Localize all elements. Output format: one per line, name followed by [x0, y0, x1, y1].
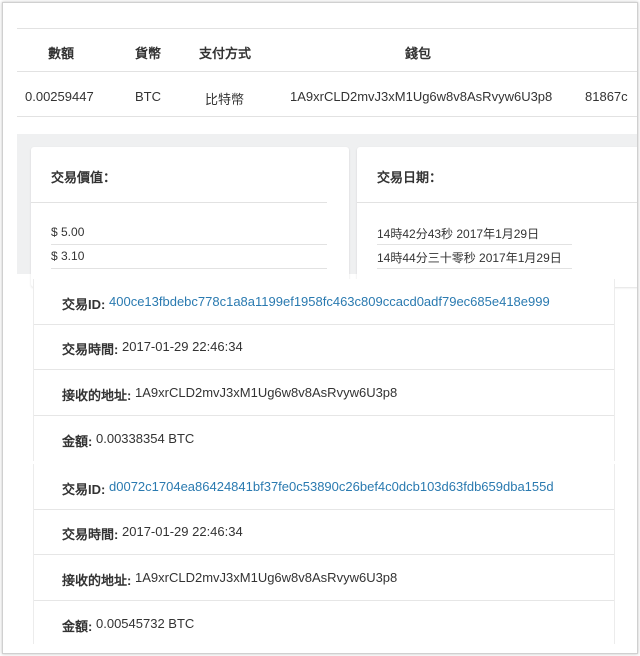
card-divider: [357, 202, 637, 203]
receiving-address-row: 接收的地址: 1A9xrCLD2mvJ3xM1Ug6w8v8AsRvyw6U3p…: [34, 370, 614, 416]
row-wallet-address: 1A9xrCLD2mvJ3xM1Ug6w8v8AsRvyw6U3p8: [290, 89, 553, 104]
receiving-address-label: 接收的地址:: [62, 573, 132, 588]
value-underline-2: [51, 268, 327, 269]
transaction-time-row: 交易時間: 2017-01-29 22:46:34: [34, 324, 614, 370]
receiving-address-value: 1A9xrCLD2mvJ3xM1Ug6w8v8AsRvyw6U3p8: [135, 385, 398, 400]
screenshot-frame: 數額 貨幣 支付方式 錢包 0.00259447 BTC 比特幣 1A9xrCL…: [2, 2, 638, 654]
row-divider: [17, 116, 637, 117]
header-amount: 數額: [48, 46, 75, 61]
date-underline-1: [377, 244, 572, 245]
amount-label: 金額:: [62, 619, 93, 634]
transaction-value-card: 交易價值： $ 5.00 $ 3.10: [31, 147, 349, 287]
amount-value: 0.00338354 BTC: [96, 431, 195, 446]
amount-row: 金額: 0.00545732 BTC: [34, 601, 614, 646]
amount-value: 0.00545732 BTC: [96, 616, 195, 631]
transaction-id-label: 交易ID:: [62, 482, 106, 497]
card-divider: [31, 202, 327, 203]
transaction-id-row: 交易ID: 400ce13fbdebc778c1a8a1199ef1958fc4…: [34, 279, 614, 325]
header-payment-method: 支付方式: [199, 46, 252, 61]
transaction-date-card: 交易日期： 14時42分43秒 2017年1月29日 14時44分三十零秒 20…: [357, 147, 637, 287]
header-currency: 貨幣: [135, 46, 162, 61]
summary-band: 交易價值： $ 5.00 $ 3.10 交易日期： 14時42分43秒 2017…: [17, 134, 637, 287]
amount-row: 金額: 0.00338354 BTC: [34, 416, 614, 461]
transaction-value-2: $ 3.10: [51, 249, 85, 263]
header-divider: [17, 71, 637, 72]
transaction-block-1: 交易ID: 400ce13fbdebc778c1a8a1199ef1958fc4…: [33, 279, 615, 461]
receiving-address-label: 接收的地址:: [62, 388, 132, 403]
header-wallet: 錢包: [405, 46, 432, 61]
transaction-id-row: 交易ID: d0072c1704ea86424841bf37fe0c53890c…: [34, 464, 614, 510]
transaction-date-2: 14時44分三十零秒 2017年1月29日: [377, 251, 562, 265]
transaction-time-value: 2017-01-29 22:46:34: [122, 339, 243, 354]
receiving-address-row: 接收的地址: 1A9xrCLD2mvJ3xM1Ug6w8v8AsRvyw6U3p…: [34, 555, 614, 601]
transaction-id-link[interactable]: 400ce13fbdebc778c1a8a1199ef1958fc463c809…: [109, 294, 550, 309]
transaction-id-link[interactable]: d0072c1704ea86424841bf37fe0c53890c26bef4…: [109, 479, 554, 494]
transaction-time-label: 交易時間:: [62, 527, 119, 542]
transaction-value-1: $ 5.00: [51, 225, 85, 239]
table-top-border: [17, 28, 637, 29]
row-payment-method: 比特幣: [205, 92, 245, 107]
value-underline-1: [51, 244, 327, 245]
transaction-time-row: 交易時間: 2017-01-29 22:46:34: [34, 509, 614, 555]
date-underline-2: [377, 268, 572, 269]
transaction-time-label: 交易時間:: [62, 342, 119, 357]
amount-label: 金額:: [62, 434, 93, 449]
transaction-id-label: 交易ID:: [62, 297, 106, 312]
row-currency: BTC: [135, 89, 161, 104]
transaction-time-value: 2017-01-29 22:46:34: [122, 524, 243, 539]
row-overflow-text: 81867c: [585, 89, 628, 104]
transaction-date-title: 交易日期：: [377, 170, 443, 185]
transaction-block-2: 交易ID: d0072c1704ea86424841bf37fe0c53890c…: [33, 464, 615, 644]
row-amount: 0.00259447: [25, 89, 94, 104]
receiving-address-value: 1A9xrCLD2mvJ3xM1Ug6w8v8AsRvyw6U3p8: [135, 570, 398, 585]
transaction-date-1: 14時42分43秒 2017年1月29日: [377, 227, 540, 241]
transaction-value-title: 交易價值：: [51, 170, 117, 185]
